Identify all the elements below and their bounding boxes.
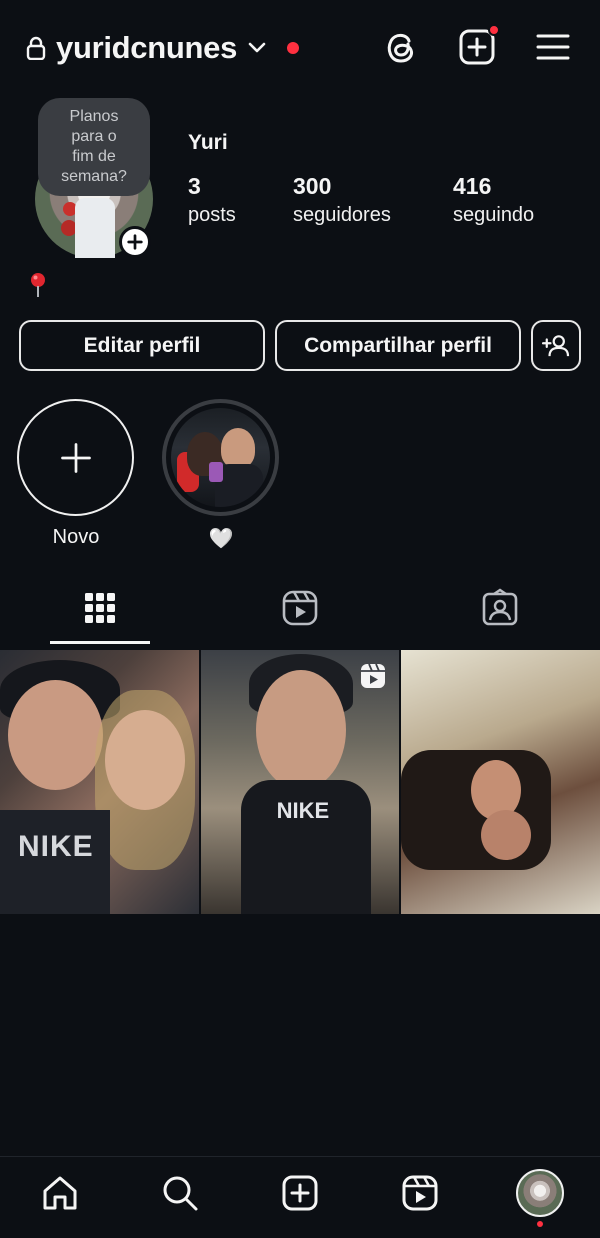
stat-followers-label: seguidores — [293, 204, 391, 226]
plus-icon — [60, 442, 91, 473]
profile-tabs — [0, 578, 600, 646]
tab-grid[interactable] — [80, 588, 120, 628]
post-thumbnail[interactable] — [401, 650, 600, 914]
notification-dot — [287, 42, 300, 54]
plus-icon — [127, 234, 143, 250]
posts-grid: NIKE NIKE — [0, 650, 600, 914]
highlight-new[interactable]: Novo — [17, 399, 135, 549]
home-icon[interactable] — [40, 1173, 80, 1213]
add-user-icon — [542, 334, 570, 356]
add-story-button[interactable] — [119, 226, 151, 258]
add-user-button[interactable] — [531, 320, 581, 371]
edit-profile-button[interactable]: Editar perfil — [19, 320, 265, 371]
stat-followers[interactable]: 300 seguidores — [293, 172, 391, 230]
highlight-label: Novo — [52, 526, 100, 548]
post-thumbnail[interactable]: NIKE — [200, 650, 400, 914]
chevron-down-icon[interactable] — [247, 41, 267, 55]
stat-posts-label: posts — [188, 204, 236, 226]
profile-avatar[interactable] — [516, 1169, 564, 1217]
reels-icon[interactable] — [400, 1173, 440, 1213]
highlight-cover-image — [171, 408, 270, 507]
tagged-icon — [482, 588, 518, 626]
share-profile-button[interactable]: Compartilhar perfil — [275, 320, 521, 371]
search-icon[interactable] — [160, 1173, 200, 1213]
grid-icon — [85, 593, 115, 623]
post-overlay-text: NIKE — [18, 830, 94, 863]
post-overlay-text: NIKE — [276, 798, 330, 823]
bottom-nav — [0, 1156, 600, 1238]
stat-posts-value: 3 — [188, 173, 201, 199]
notification-dot — [537, 1221, 543, 1227]
reels-icon — [361, 663, 386, 688]
create-badge-dot — [488, 24, 500, 36]
create-post-icon[interactable] — [458, 24, 500, 66]
stat-following-label: seguindo — [453, 204, 535, 226]
reels-icon — [282, 590, 318, 626]
stat-following[interactable]: 416 seguindo — [453, 172, 534, 230]
note-bubble[interactable]: Planos para o fim de semana? — [38, 98, 150, 196]
tab-tagged[interactable] — [480, 588, 520, 628]
highlight-label: 🤍 — [208, 528, 234, 550]
stat-posts[interactable]: 3 posts — [188, 172, 236, 230]
threads-icon[interactable] — [382, 28, 420, 66]
pin-emoji — [31, 273, 45, 297]
stat-following-value: 416 — [453, 173, 492, 199]
tab-reels[interactable] — [280, 588, 320, 628]
menu-icon[interactable] — [534, 28, 572, 66]
display-name: Yuri — [188, 131, 228, 154]
active-tab-indicator — [50, 641, 150, 644]
lock-icon — [26, 36, 46, 60]
stat-followers-value: 300 — [293, 173, 332, 199]
highlight-item[interactable]: 🤍 — [162, 399, 280, 551]
create-icon[interactable] — [280, 1173, 320, 1213]
username[interactable]: yuridcnunes — [56, 30, 237, 66]
post-thumbnail[interactable]: NIKE — [0, 650, 199, 914]
